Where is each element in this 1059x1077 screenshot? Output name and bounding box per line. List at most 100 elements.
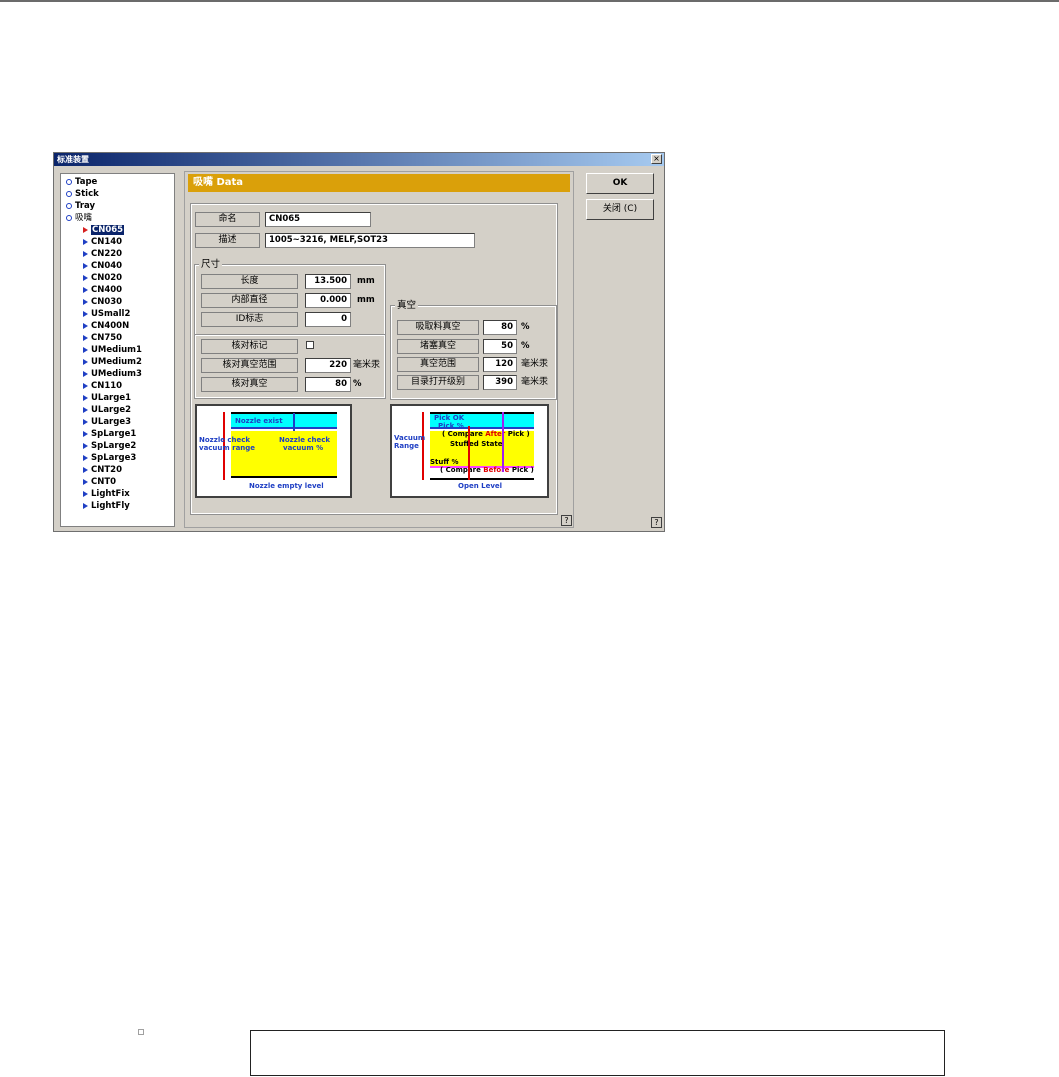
tree-item-nozzle-entry[interactable]: CN750 bbox=[83, 332, 122, 344]
vacuum-level-diagram: Pick OK Pick % ( Compare After Pick ) St… bbox=[390, 404, 549, 498]
arrow-icon bbox=[83, 226, 88, 233]
stuff-vacuum-unit: % bbox=[521, 341, 530, 351]
after-pick-arrow-icon bbox=[502, 412, 504, 472]
category-tree[interactable]: Tape Stick Tray 吸嘴 CN065 CN140 CN220 CN0… bbox=[60, 173, 175, 527]
tree-item-nozzle-entry[interactable]: SpLarge3 bbox=[83, 452, 136, 464]
ok-button[interactable]: OK bbox=[586, 173, 654, 194]
stuffed-state-label: Stuffed State bbox=[450, 440, 503, 448]
tree-item-nozzle-entry[interactable]: CN020 bbox=[83, 272, 122, 284]
tree-item-nozzle-entry[interactable]: ULarge1 bbox=[83, 392, 131, 404]
arrow-icon bbox=[83, 286, 88, 293]
tree-item-nozzle-entry[interactable]: UMedium2 bbox=[83, 356, 142, 368]
name-label: 命名 bbox=[195, 212, 260, 227]
tree-item-cn065[interactable]: CN065 bbox=[83, 224, 125, 236]
tree-item-nozzle-entry[interactable]: UMedium1 bbox=[83, 344, 142, 356]
arrow-icon bbox=[83, 442, 88, 449]
bullet-box bbox=[138, 1029, 144, 1035]
nozzle-settings-dialog: 标准装置 × Tape Stick Tray 吸嘴 CN065 CN140 CN… bbox=[53, 152, 665, 532]
pick-vacuum-unit: % bbox=[521, 322, 530, 332]
arrow-icon bbox=[83, 250, 88, 257]
dialog-titlebar: 标准装置 × bbox=[54, 153, 664, 166]
check-pct-line1: Nozzle check bbox=[279, 436, 331, 444]
nozzle-exist-label: Nozzle exist bbox=[235, 417, 283, 425]
description-input[interactable]: 1005~3216, MELF,SOT23 bbox=[265, 233, 475, 248]
check-vacuum-input[interactable]: 80 bbox=[305, 377, 351, 392]
close-icon[interactable]: × bbox=[651, 154, 662, 164]
arrow-icon bbox=[83, 382, 88, 389]
tree-item-nozzle-entry[interactable]: CN030 bbox=[83, 296, 122, 308]
tree-item-nozzle-entry[interactable]: CN040 bbox=[83, 260, 122, 272]
empty-level-label: Nozzle empty level bbox=[249, 482, 324, 490]
inner-diameter-unit: mm bbox=[357, 295, 375, 305]
close-button[interactable]: 关闭 (C) bbox=[586, 199, 654, 220]
arrow-icon bbox=[83, 406, 88, 413]
vacuum-range-label: 真空范围 bbox=[397, 357, 479, 372]
stuff-vacuum-input[interactable]: 50 bbox=[483, 339, 517, 354]
tree-item-tape[interactable]: Tape bbox=[66, 176, 97, 188]
dialog-help-icon[interactable]: ? bbox=[651, 517, 662, 528]
arrow-icon bbox=[83, 466, 88, 473]
tree-item-nozzle-entry[interactable]: UMedium3 bbox=[83, 368, 142, 380]
tree-item-stick[interactable]: Stick bbox=[66, 188, 99, 200]
arrow-icon bbox=[83, 502, 88, 509]
stuff-pct-label: Stuff % bbox=[430, 458, 459, 466]
before-pick-arrow-icon bbox=[468, 426, 470, 480]
vacuum-range-input[interactable]: 120 bbox=[483, 357, 517, 372]
tree-item-nozzle-entry[interactable]: SpLarge1 bbox=[83, 428, 136, 440]
length-input[interactable]: 13.500 bbox=[305, 274, 351, 289]
arrow-icon bbox=[83, 418, 88, 425]
section-title: 吸嘴 Data bbox=[193, 177, 244, 188]
check-vacuum-unit: % bbox=[353, 379, 362, 389]
tree-item-nozzle-entry[interactable]: CN110 bbox=[83, 380, 122, 392]
tree-item-nozzle-entry[interactable]: LightFly bbox=[83, 500, 130, 512]
page-top-rule bbox=[0, 0, 1059, 2]
id-mark-input[interactable]: 0 bbox=[305, 312, 351, 327]
vacuum-group-title: 真空 bbox=[395, 300, 419, 311]
stuff-vacuum-label: 堵塞真空 bbox=[397, 339, 479, 354]
tree-item-nozzle-entry[interactable]: USmall2 bbox=[83, 308, 130, 320]
tree-item-nozzle-entry[interactable]: LightFix bbox=[83, 488, 130, 500]
arrow-icon bbox=[83, 262, 88, 269]
arrow-icon bbox=[83, 490, 88, 497]
description-label: 描述 bbox=[195, 233, 260, 248]
arrow-icon bbox=[83, 454, 88, 461]
inner-diameter-input[interactable]: 0.000 bbox=[305, 293, 351, 308]
size-group-title: 尺寸 bbox=[199, 259, 223, 270]
tree-item-tray[interactable]: Tray bbox=[66, 200, 95, 212]
length-unit: mm bbox=[357, 276, 375, 286]
node-icon bbox=[66, 202, 72, 209]
tree-item-nozzle-entry[interactable]: CN400N bbox=[83, 320, 129, 332]
tree-item-nozzle-entry[interactable]: SpLarge2 bbox=[83, 440, 136, 452]
section-header: 吸嘴 Data bbox=[188, 174, 570, 192]
length-label: 长度 bbox=[201, 274, 298, 289]
empty-caption-box bbox=[250, 1030, 945, 1076]
check-vacuum-range-input[interactable]: 220 bbox=[305, 358, 351, 373]
tree-item-nozzle-entry[interactable]: CNT20 bbox=[83, 464, 122, 476]
check-vacuum-range-label: 核对真空范围 bbox=[201, 358, 298, 373]
tree-item-nozzle-entry[interactable]: CN400 bbox=[83, 284, 122, 296]
check-mark-checkbox[interactable] bbox=[306, 341, 314, 349]
arrow-up-icon bbox=[293, 413, 295, 431]
inner-diameter-label: 内部直径 bbox=[201, 293, 298, 308]
tree-item-nozzle-entry[interactable]: ULarge3 bbox=[83, 416, 131, 428]
name-input[interactable]: CN065 bbox=[265, 212, 371, 227]
nozzle-check-diagram: Nozzle exist Nozzle check vacuum range N… bbox=[195, 404, 352, 498]
help-icon[interactable]: ? bbox=[561, 515, 572, 526]
tree-item-nozzle-entry[interactable]: CN140 bbox=[83, 236, 122, 248]
node-icon bbox=[66, 190, 72, 197]
vacuum-range-arrow-icon bbox=[422, 412, 424, 480]
tree-item-nozzle-entry[interactable]: CNT0 bbox=[83, 476, 116, 488]
open-level-input[interactable]: 390 bbox=[483, 375, 517, 390]
tree-item-nozzle[interactable]: 吸嘴 bbox=[66, 212, 92, 224]
nozzle-data-pane: 吸嘴 Data 命名 CN065 描述 1005~3216, MELF,SOT2… bbox=[184, 171, 574, 528]
arrow-icon bbox=[83, 430, 88, 437]
arrow-icon bbox=[83, 274, 88, 281]
check-pct-line2: vacuum % bbox=[283, 444, 324, 452]
open-level-unit: 毫米汞 bbox=[521, 377, 549, 387]
arrow-icon bbox=[83, 346, 88, 353]
tree-item-nozzle-entry[interactable]: CN220 bbox=[83, 248, 122, 260]
tree-item-nozzle-entry[interactable]: ULarge2 bbox=[83, 404, 131, 416]
pick-vacuum-label: 吸取料真空 bbox=[397, 320, 479, 335]
arrow-icon bbox=[83, 298, 88, 305]
pick-vacuum-input[interactable]: 80 bbox=[483, 320, 517, 335]
